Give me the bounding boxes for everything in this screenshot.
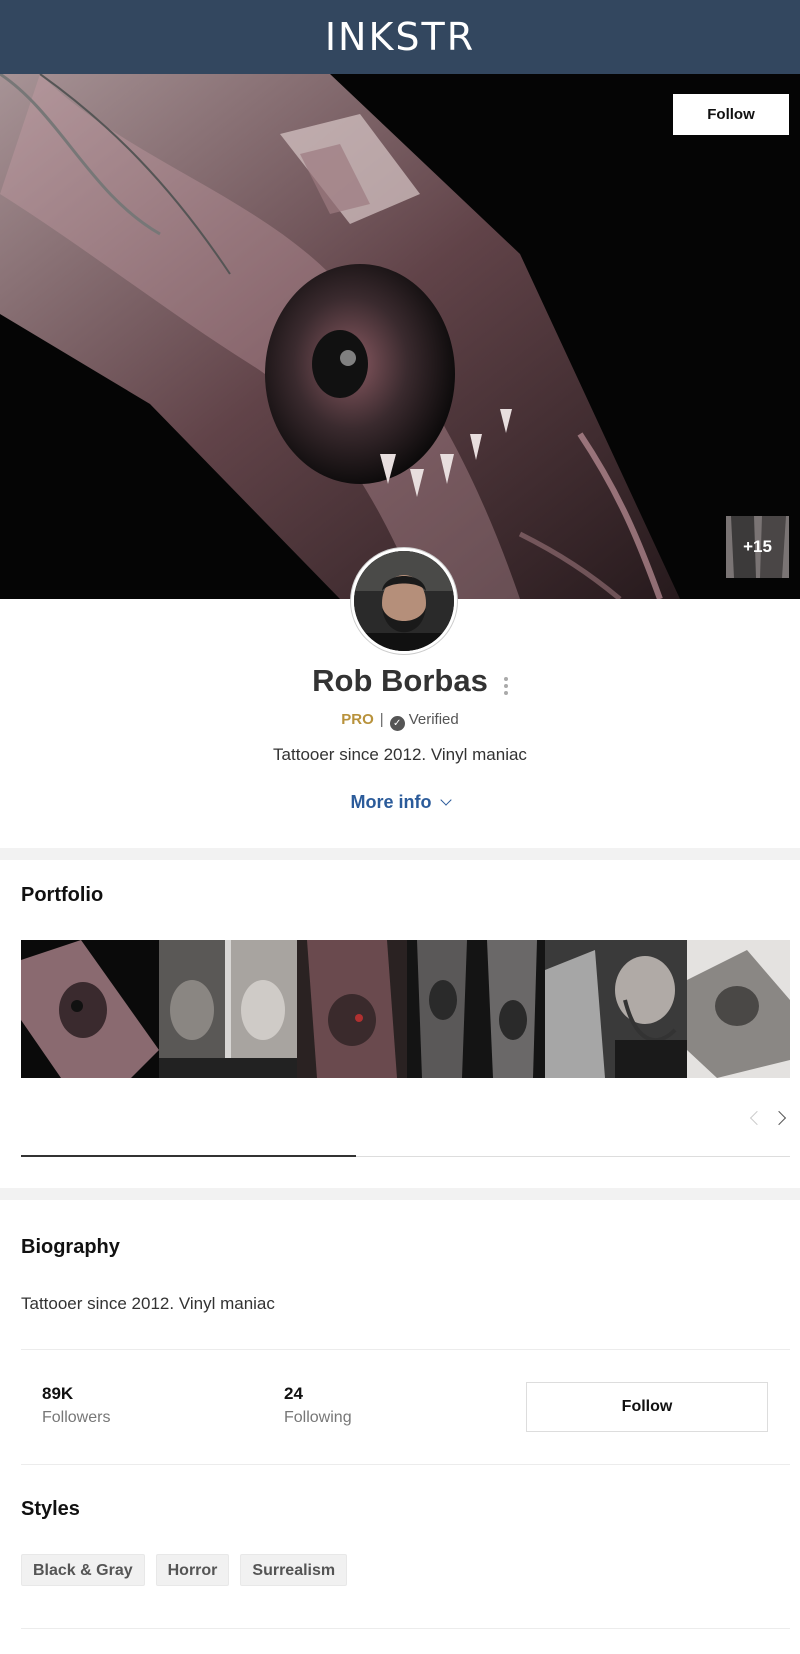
followers-stat[interactable]: 89K Followers	[42, 1384, 110, 1427]
cover-tattoo-image	[0, 74, 800, 599]
app-header: INKSTR	[0, 0, 800, 74]
portfolio-image	[545, 940, 687, 1078]
more-info-label: More info	[350, 792, 432, 812]
style-tag[interactable]: Horror	[155, 1554, 230, 1586]
portfolio-image	[407, 940, 545, 1078]
biography-title: Biography	[21, 1236, 120, 1258]
following-count: 24	[284, 1384, 303, 1403]
styles-title: Styles	[21, 1498, 80, 1520]
follow-button[interactable]: Follow	[526, 1382, 768, 1432]
carousel-next-arrow-icon[interactable]	[771, 1110, 788, 1127]
profile-tagline: Tattooer since 2012. Vinyl maniac	[273, 745, 527, 764]
portfolio-thumb[interactable]	[545, 940, 687, 1078]
pro-badge: PRO	[341, 711, 374, 728]
portfolio-carousel[interactable]	[21, 940, 790, 1078]
more-photos-thumbnail[interactable]: +15	[726, 516, 789, 578]
portfolio-image	[21, 940, 159, 1078]
chevron-down-icon	[439, 794, 452, 806]
portfolio-thumb[interactable]	[687, 940, 790, 1078]
portfolio-thumb[interactable]	[297, 940, 407, 1078]
verified-check-icon: ✓	[389, 716, 405, 731]
hero-follow-button[interactable]: Follow	[673, 94, 789, 135]
followers-count: 89K	[42, 1384, 74, 1403]
portfolio-image	[297, 940, 407, 1078]
divider	[21, 1464, 790, 1465]
carousel-prev-arrow-icon[interactable]	[748, 1110, 765, 1127]
badge-separator: |	[379, 711, 384, 728]
following-stat[interactable]: 24 Following	[284, 1384, 352, 1427]
verified-label: Verified	[408, 711, 459, 728]
biography-text: Tattooer since 2012. Vinyl maniac	[21, 1294, 275, 1313]
portfolio-title: Portfolio	[21, 884, 104, 906]
portfolio-thumb[interactable]	[407, 940, 545, 1078]
more-photos-count: +15	[743, 537, 772, 556]
style-tag[interactable]: Black & Gray	[21, 1554, 145, 1586]
portfolio-image	[159, 940, 297, 1078]
artist-name: Rob Borbas	[312, 663, 488, 698]
name-row: Rob Borbas	[0, 663, 800, 699]
avatar-image	[354, 551, 454, 651]
biography-section: Biography Tattooer since 2012. Vinyl man…	[0, 1200, 800, 1654]
carousel-scroll-thumb[interactable]	[21, 1155, 356, 1157]
style-tag[interactable]: Surrealism	[240, 1554, 348, 1586]
portfolio-section: Portfolio	[0, 860, 800, 1188]
divider	[21, 1628, 790, 1629]
portfolio-thumb[interactable]	[21, 940, 159, 1078]
divider	[21, 1349, 790, 1350]
followers-label: Followers	[42, 1409, 111, 1426]
more-options-icon[interactable]	[500, 674, 512, 698]
brand-logo[interactable]: INKSTR	[325, 15, 475, 59]
portfolio-image	[687, 940, 790, 1078]
cover-image[interactable]: Follow +15	[0, 74, 800, 599]
more-info-toggle[interactable]: More info	[0, 792, 800, 813]
badges-row: PRO | ✓ Verified	[0, 711, 800, 731]
style-tags: Black & Gray Horror Surrealism	[21, 1554, 348, 1586]
portfolio-thumb[interactable]	[159, 940, 297, 1078]
avatar[interactable]	[351, 548, 457, 654]
following-label: Following	[284, 1409, 352, 1426]
